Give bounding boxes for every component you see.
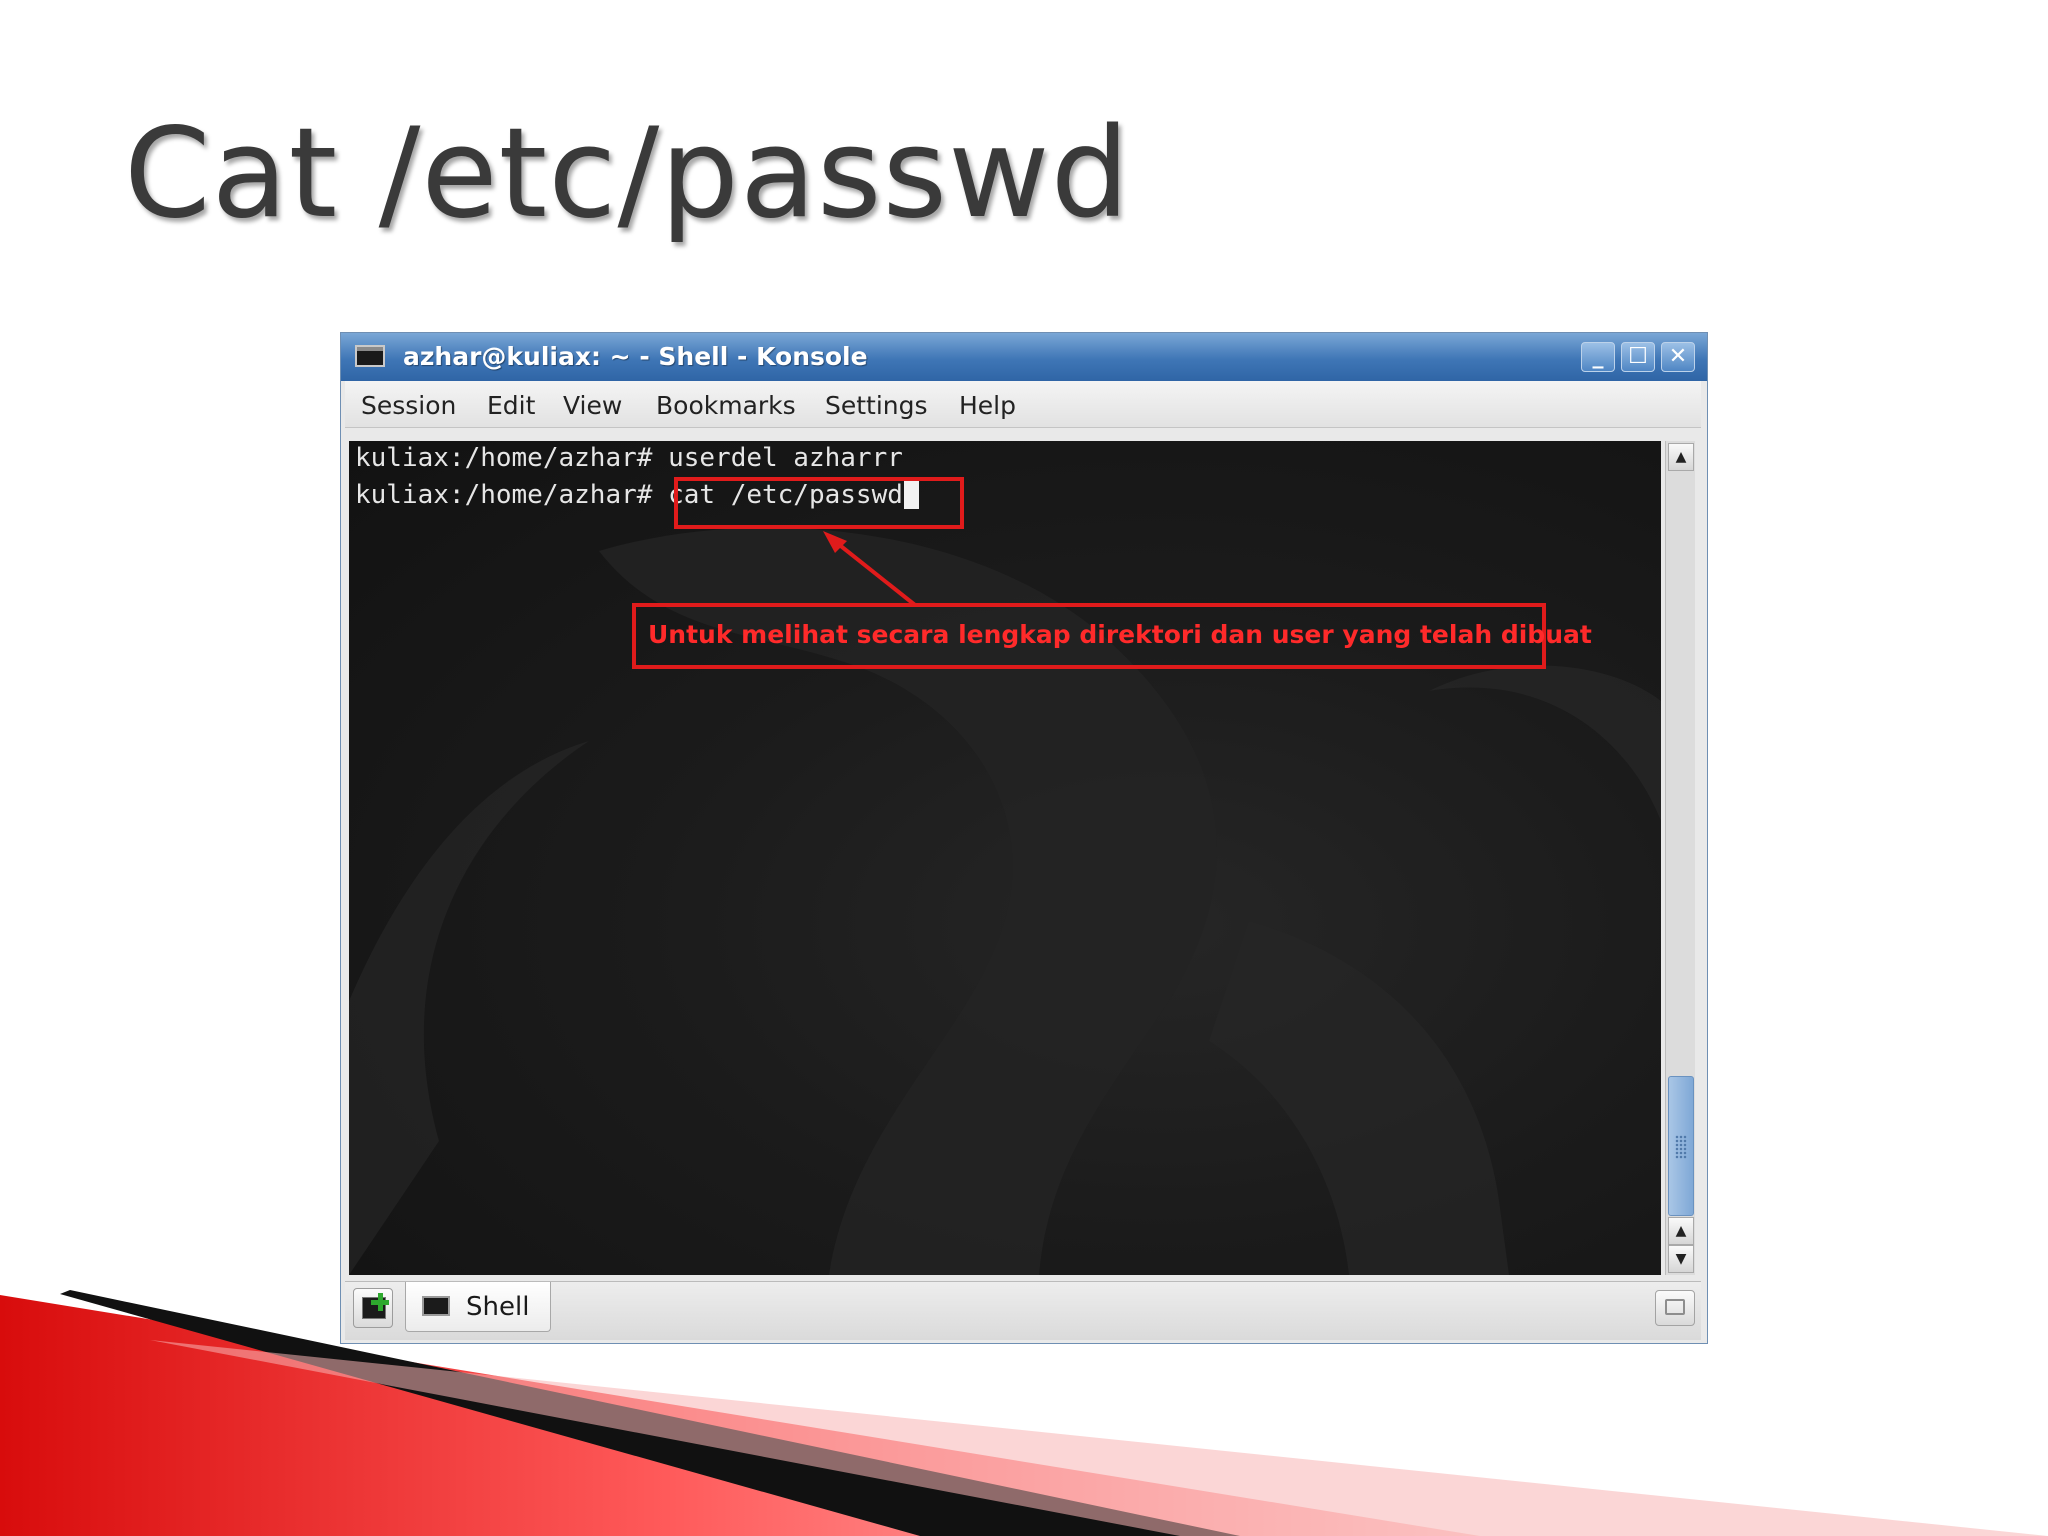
vertical-scrollbar[interactable]: ▲ ▲ ▼ [1665, 441, 1695, 1275]
window-titlebar[interactable]: azhar@kuliax: ~ - Shell - Konsole _ ☐ ✕ [341, 333, 1707, 381]
window-title: azhar@kuliax: ~ - Shell - Konsole [403, 342, 868, 371]
scroll-up-button-lower[interactable]: ▲ [1668, 1217, 1694, 1245]
slide-decoration [0, 1290, 2048, 1536]
arrow-up-icon: ▲ [1675, 1223, 1687, 1239]
minimize-button[interactable]: _ [1581, 342, 1615, 372]
menu-help[interactable]: Help [959, 391, 1016, 420]
annotation-arrow [823, 531, 917, 607]
slide-title: Cat /etc/passwd [124, 102, 1131, 246]
menu-edit[interactable]: Edit [487, 391, 535, 420]
maximize-button[interactable]: ☐ [1621, 342, 1655, 372]
scroll-up-button[interactable]: ▲ [1668, 443, 1694, 471]
arrow-up-icon: ▲ [1675, 449, 1687, 465]
arrow-down-icon: ▼ [1675, 1251, 1687, 1267]
grip-icon [1675, 1135, 1687, 1159]
menu-bookmarks[interactable]: Bookmarks [656, 391, 796, 420]
konsole-window: azhar@kuliax: ~ - Shell - Konsole _ ☐ ✕ … [340, 332, 1708, 1344]
menu-bar: Session Edit View Bookmarks Settings Hel… [345, 381, 1701, 428]
maximize-icon: ☐ [1628, 344, 1648, 369]
close-icon: ✕ [1668, 344, 1688, 369]
minimize-icon: _ [1592, 344, 1604, 369]
close-button[interactable]: ✕ [1661, 342, 1695, 372]
scrollbar-thumb[interactable] [1668, 1076, 1694, 1216]
menu-view[interactable]: View [563, 391, 622, 420]
konsole-app-icon [355, 345, 385, 367]
annotation-callout: Untuk melihat secara lengkap direktori d… [632, 603, 1592, 669]
menu-settings[interactable]: Settings [825, 391, 928, 420]
annotation-text: Untuk melihat secara lengkap direktori d… [648, 620, 1592, 649]
terminal-area[interactable]: kuliax:/home/azhar# userdel azharrr kuli… [349, 441, 1661, 1275]
menu-session[interactable]: Session [361, 391, 456, 420]
scroll-down-button[interactable]: ▼ [1668, 1245, 1694, 1273]
